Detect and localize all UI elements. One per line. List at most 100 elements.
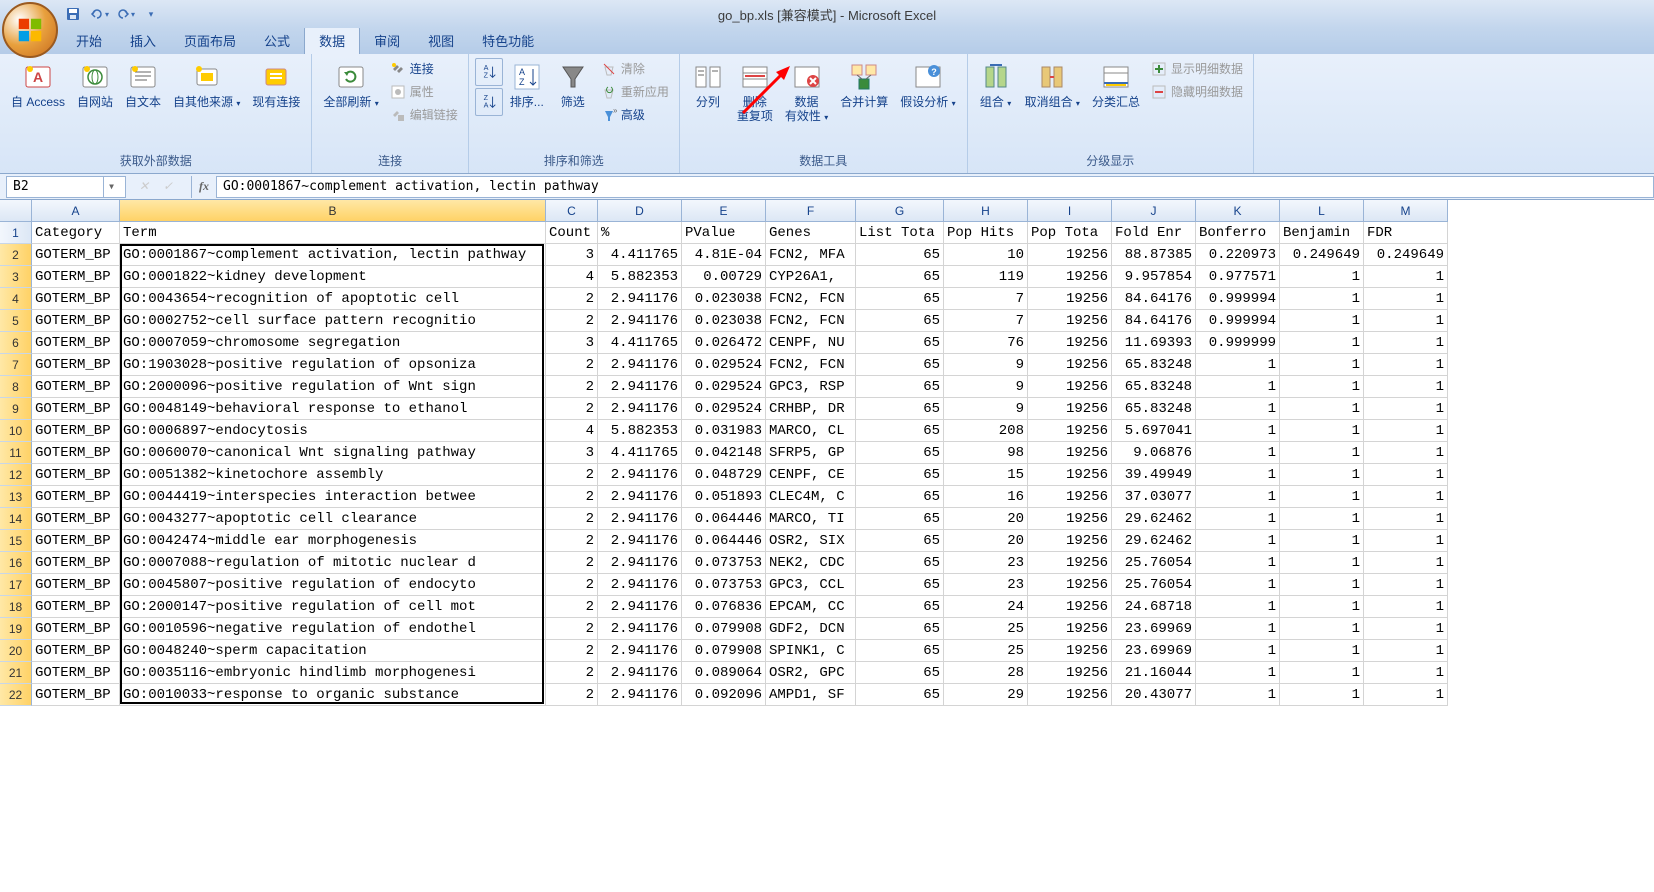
fx-button[interactable]: fx bbox=[192, 176, 216, 198]
col-header-L[interactable]: L bbox=[1280, 200, 1364, 222]
cell[interactable]: 1 bbox=[1196, 398, 1280, 420]
cell[interactable]: 0.023038 bbox=[682, 288, 766, 310]
row-header-10[interactable]: 10 bbox=[0, 420, 32, 442]
ribbon-small-editlink[interactable]: 编辑链接 bbox=[386, 104, 462, 125]
cell[interactable]: 0.089064 bbox=[682, 662, 766, 684]
cell[interactable]: 0.079908 bbox=[682, 618, 766, 640]
cell[interactable]: 2.941176 bbox=[598, 486, 682, 508]
ribbon-tab-1[interactable]: 插入 bbox=[116, 27, 170, 54]
cell[interactable]: GO:0044419~interspecies interaction betw… bbox=[120, 486, 546, 508]
cell[interactable]: 65 bbox=[856, 288, 944, 310]
cell[interactable]: 1 bbox=[1196, 530, 1280, 552]
cell[interactable]: % bbox=[598, 222, 682, 244]
cell[interactable]: 23.69969 bbox=[1112, 618, 1196, 640]
cell[interactable]: 19256 bbox=[1028, 310, 1112, 332]
cell[interactable]: GO:0010033~response to organic substance bbox=[120, 684, 546, 706]
cell[interactable]: 1 bbox=[1280, 420, 1364, 442]
cell[interactable]: 1 bbox=[1280, 508, 1364, 530]
cell[interactable]: 23.69969 bbox=[1112, 640, 1196, 662]
cell[interactable]: 1 bbox=[1280, 486, 1364, 508]
cell[interactable]: CLEC4M, C bbox=[766, 486, 856, 508]
cell[interactable]: 19256 bbox=[1028, 486, 1112, 508]
cell[interactable]: 84.64176 bbox=[1112, 288, 1196, 310]
cell[interactable]: 25.76054 bbox=[1112, 552, 1196, 574]
cell[interactable]: GOTERM_BP bbox=[32, 332, 120, 354]
cell[interactable]: 1 bbox=[1280, 574, 1364, 596]
cell[interactable]: GO:0043277~apoptotic cell clearance bbox=[120, 508, 546, 530]
cell[interactable]: 2.941176 bbox=[598, 376, 682, 398]
row-header-7[interactable]: 7 bbox=[0, 354, 32, 376]
cell[interactable]: 19256 bbox=[1028, 552, 1112, 574]
cell[interactable]: 2 bbox=[546, 376, 598, 398]
cell[interactable]: GO:0048149~behavioral response to ethano… bbox=[120, 398, 546, 420]
cell[interactable]: 19256 bbox=[1028, 332, 1112, 354]
cell[interactable]: MARCO, TI bbox=[766, 508, 856, 530]
cell[interactable]: 1 bbox=[1280, 310, 1364, 332]
cell[interactable]: 2.941176 bbox=[598, 662, 682, 684]
cell[interactable]: Genes bbox=[766, 222, 856, 244]
ribbon-btn-validate[interactable]: 数据有效性 ▾ bbox=[780, 58, 833, 128]
cell[interactable]: 25 bbox=[944, 640, 1028, 662]
cell[interactable]: 1 bbox=[1364, 376, 1448, 398]
cell[interactable]: 1 bbox=[1364, 640, 1448, 662]
cell[interactable]: 19256 bbox=[1028, 508, 1112, 530]
cell[interactable]: 2 bbox=[546, 596, 598, 618]
cell[interactable]: GO:0010596~negative regulation of endoth… bbox=[120, 618, 546, 640]
row-header-19[interactable]: 19 bbox=[0, 618, 32, 640]
filter-button[interactable]: 筛选 bbox=[551, 58, 595, 112]
cell[interactable]: 9 bbox=[944, 398, 1028, 420]
ribbon-small-hidedetail[interactable]: 隐藏明细数据 bbox=[1147, 81, 1247, 102]
cell[interactable]: Pop Hits bbox=[944, 222, 1028, 244]
cell[interactable]: 3 bbox=[546, 332, 598, 354]
cell[interactable]: GOTERM_BP bbox=[32, 442, 120, 464]
cell[interactable]: 1 bbox=[1280, 662, 1364, 684]
cell[interactable]: 4.411765 bbox=[598, 244, 682, 266]
cell[interactable]: 37.03077 bbox=[1112, 486, 1196, 508]
cell[interactable]: GO:2000147~positive regulation of cell m… bbox=[120, 596, 546, 618]
ribbon-tab-0[interactable]: 开始 bbox=[62, 27, 116, 54]
row-header-18[interactable]: 18 bbox=[0, 596, 32, 618]
cell[interactable]: CRHBP, DR bbox=[766, 398, 856, 420]
enter-formula-button[interactable]: ✓ bbox=[156, 176, 180, 198]
cell[interactable]: 65 bbox=[856, 552, 944, 574]
cell[interactable]: GO:0048240~sperm capacitation bbox=[120, 640, 546, 662]
cell[interactable]: 65 bbox=[856, 618, 944, 640]
cell[interactable]: GOTERM_BP bbox=[32, 288, 120, 310]
cell[interactable]: 1 bbox=[1280, 530, 1364, 552]
cell[interactable]: 2.941176 bbox=[598, 310, 682, 332]
cell[interactable]: GO:0043654~recognition of apoptotic cell bbox=[120, 288, 546, 310]
cell[interactable]: 0.249649 bbox=[1280, 244, 1364, 266]
cell[interactable]: OSR2, GPC bbox=[766, 662, 856, 684]
cell[interactable]: GO:0042474~middle ear morphogenesis bbox=[120, 530, 546, 552]
cell[interactable]: 0.00729 bbox=[682, 266, 766, 288]
filter-reapply-button[interactable]: 重新应用 bbox=[597, 81, 673, 102]
cell[interactable]: GOTERM_BP bbox=[32, 354, 120, 376]
cell[interactable]: 0.076836 bbox=[682, 596, 766, 618]
cell[interactable]: Term bbox=[120, 222, 546, 244]
cell[interactable]: GOTERM_BP bbox=[32, 266, 120, 288]
cell[interactable]: GO:0001822~kidney development bbox=[120, 266, 546, 288]
row-header-9[interactable]: 9 bbox=[0, 398, 32, 420]
cell[interactable]: 65 bbox=[856, 596, 944, 618]
cell[interactable]: 25 bbox=[944, 618, 1028, 640]
cell[interactable]: 1 bbox=[1196, 354, 1280, 376]
cell[interactable]: 1 bbox=[1364, 530, 1448, 552]
cell[interactable]: 3 bbox=[546, 442, 598, 464]
cell[interactable]: GO:2000096~positive regulation of Wnt si… bbox=[120, 376, 546, 398]
cell[interactable]: 0.977571 bbox=[1196, 266, 1280, 288]
cell[interactable]: 1 bbox=[1280, 552, 1364, 574]
cell[interactable]: 15 bbox=[944, 464, 1028, 486]
cell[interactable]: 5.882353 bbox=[598, 420, 682, 442]
cell[interactable]: 2 bbox=[546, 574, 598, 596]
cell[interactable]: 1 bbox=[1196, 662, 1280, 684]
cell[interactable]: 19256 bbox=[1028, 596, 1112, 618]
cell[interactable]: 2 bbox=[546, 640, 598, 662]
cell[interactable]: GPC3, CCL bbox=[766, 574, 856, 596]
cell[interactable]: SPINK1, C bbox=[766, 640, 856, 662]
col-header-I[interactable]: I bbox=[1028, 200, 1112, 222]
cell[interactable]: 19256 bbox=[1028, 640, 1112, 662]
cell[interactable]: GOTERM_BP bbox=[32, 530, 120, 552]
cell[interactable]: 0.092096 bbox=[682, 684, 766, 706]
cell[interactable]: 2 bbox=[546, 508, 598, 530]
cell[interactable]: 24.68718 bbox=[1112, 596, 1196, 618]
